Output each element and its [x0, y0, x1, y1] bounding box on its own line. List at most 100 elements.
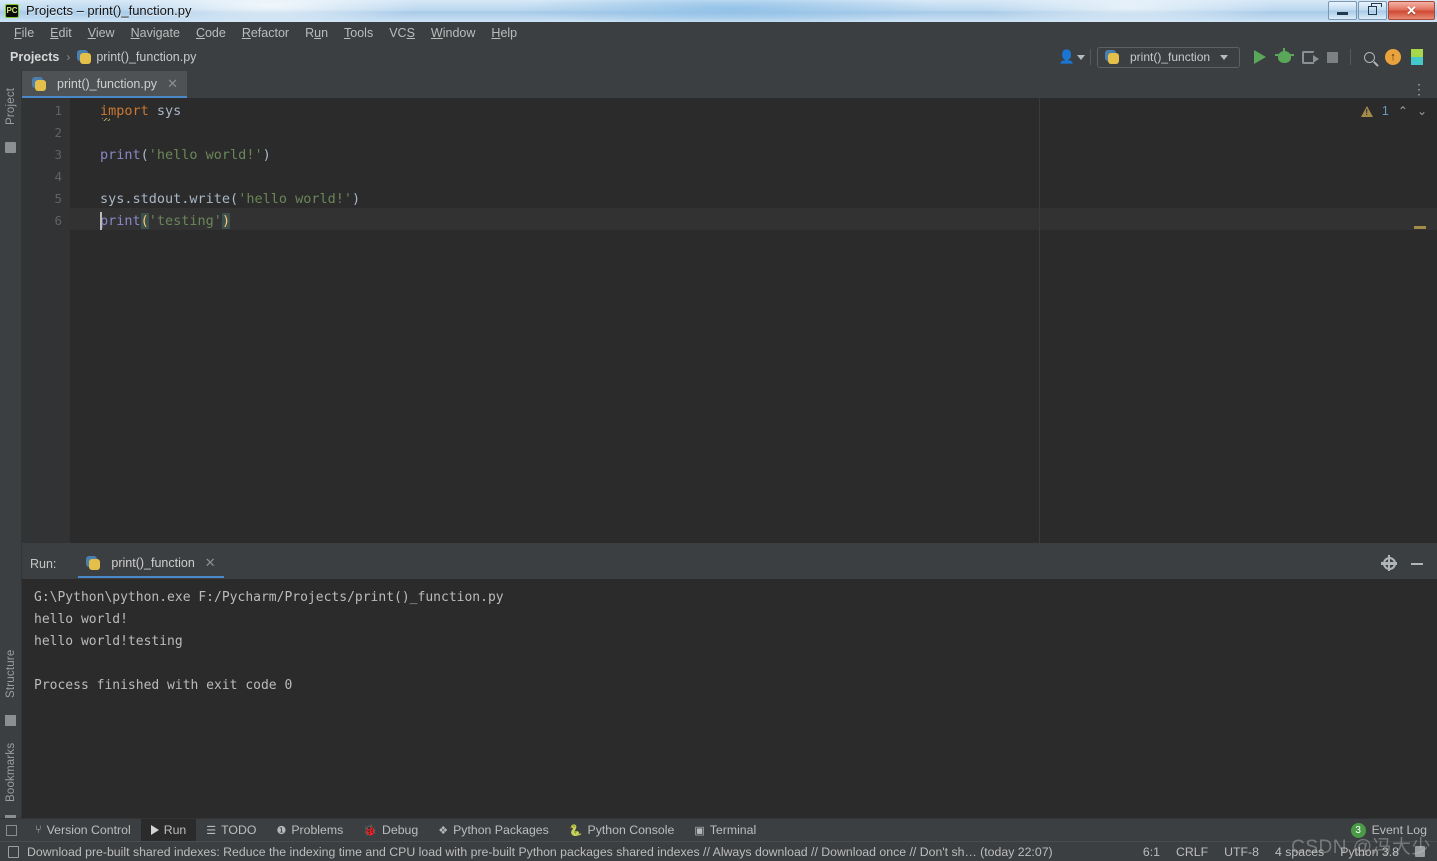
menu-refactor[interactable]: Refactor	[234, 23, 297, 43]
python-interpreter[interactable]: Python 3.8	[1340, 845, 1399, 859]
problems-icon: ❶	[276, 824, 287, 837]
status-notification[interactable]: Download pre-built shared indexes: Reduc…	[27, 845, 1053, 859]
tool-windows-icon[interactable]	[6, 824, 17, 836]
code-token-ident: sys.stdout.write	[100, 191, 231, 207]
menu-tools-rest: ools	[350, 26, 374, 40]
python-file-icon	[77, 50, 92, 64]
tool-tab-run[interactable]: Run	[140, 818, 197, 842]
close-icon[interactable]: ✕	[205, 555, 216, 571]
menu-tools[interactable]: Tools	[336, 23, 381, 43]
warning-icon	[1360, 105, 1373, 117]
tool-tab-version-control[interactable]: ⑂ Version Control	[25, 819, 141, 842]
user-icon[interactable]: 👤	[1058, 46, 1086, 68]
menu-code-rest: ode	[204, 26, 226, 40]
minimize-button[interactable]	[1328, 1, 1357, 20]
tool-tab-debug[interactable]: 🐞 Debug	[353, 819, 428, 842]
menu-window[interactable]: Window	[423, 23, 483, 43]
sidebar-item-bookmarks[interactable]: Bookmarks	[0, 735, 22, 809]
run-panel-label: Run:	[30, 556, 57, 571]
line-separator[interactable]: CRLF	[1176, 845, 1208, 859]
sidebar-item-structure[interactable]: Structure	[0, 640, 22, 708]
structure-icon	[5, 715, 16, 726]
close-button[interactable]: ✕	[1388, 1, 1435, 20]
run-console-output[interactable]: G:\Python\python.exe F:/Pycharm/Projects…	[22, 579, 1437, 818]
code-token-punct: (	[230, 191, 239, 207]
console-line: hello world!testing	[34, 634, 183, 649]
caret-position[interactable]: 6:1	[1143, 845, 1160, 859]
tool-tab-label: Run	[163, 823, 187, 837]
minimize-icon	[1337, 12, 1348, 15]
menu-edit[interactable]: Edit	[42, 23, 80, 43]
editor-options-kebab-icon[interactable]: ⋮	[1412, 81, 1437, 98]
editor-gutter: 1 2 3 4 5 6	[22, 98, 70, 548]
run-session-tab[interactable]: print()_function ✕	[78, 549, 224, 578]
tool-tab-label: Python Packages	[453, 823, 549, 837]
titlebar-glow	[980, 0, 1280, 22]
event-log-area[interactable]: 3 Event Log	[1350, 822, 1437, 838]
indent-setting[interactable]: 4 spaces	[1275, 845, 1324, 859]
tool-tab-todo[interactable]: ☰ TODO	[196, 819, 266, 842]
search-icon	[1363, 51, 1375, 63]
hide-run-panel-button[interactable]	[1405, 553, 1429, 575]
file-encoding[interactable]: UTF-8	[1224, 845, 1259, 859]
debug-button[interactable]	[1272, 46, 1296, 68]
tool-tab-python-packages[interactable]: ❖ Python Packages	[428, 819, 559, 842]
menu-navigate-rest: avigate	[139, 26, 180, 40]
run-header-actions	[1377, 553, 1437, 575]
user-glyph: 👤	[1058, 49, 1076, 64]
menu-help[interactable]: Help	[483, 23, 525, 43]
tool-tab-label: Terminal	[709, 823, 757, 837]
menu-file[interactable]: File	[6, 23, 42, 43]
code-line-1: import sys	[100, 100, 181, 122]
tool-tab-problems[interactable]: ❶ Problems	[266, 819, 353, 842]
previous-problem-icon[interactable]: ⌃	[1398, 104, 1408, 118]
breadcrumb-file[interactable]: print()_function.py	[96, 50, 196, 64]
stop-button[interactable]	[1320, 46, 1344, 68]
sidebar-item-project[interactable]: Project	[0, 78, 22, 134]
code-token-punct: (	[140, 147, 149, 163]
coverage-button[interactable]	[1296, 46, 1320, 68]
code-line-5: sys.stdout.write('hello world!')	[100, 188, 360, 210]
console-line: G:\Python\python.exe F:/Pycharm/Projects…	[34, 590, 504, 605]
menu-code[interactable]: Code	[188, 23, 234, 43]
warning-marker[interactable]	[1414, 226, 1426, 229]
menu-navigate[interactable]: Navigate	[123, 23, 188, 43]
run-anything-button[interactable]	[1405, 46, 1429, 68]
menu-refactor-rest: efactor	[250, 26, 290, 40]
menu-vcs[interactable]: VCS	[381, 23, 423, 43]
code-editor[interactable]: 1 2 3 4 5 6 import sys print('hello worl…	[22, 98, 1437, 548]
text-caret	[100, 212, 102, 230]
code-text-area[interactable]: import sys print('hello world!') sys.std…	[70, 98, 1437, 548]
branch-icon: ⑂	[35, 824, 42, 836]
run-settings-button[interactable]	[1377, 553, 1401, 575]
tool-tab-python-console[interactable]: 🐍 Python Console	[559, 819, 685, 842]
run-button[interactable]	[1248, 46, 1272, 68]
restore-button[interactable]	[1358, 1, 1387, 20]
search-everywhere-button[interactable]	[1357, 46, 1381, 68]
notification-icon[interactable]	[8, 845, 19, 858]
chevron-down-icon	[1220, 54, 1229, 60]
code-token-brace-hl: (	[140, 213, 149, 229]
coverage-icon	[1301, 50, 1319, 64]
left-tool-strip: Project Structure Bookmarks	[0, 70, 22, 826]
editor-tab[interactable]: print()_function.py ✕	[22, 71, 187, 98]
run-configuration-selector[interactable]: print()_function	[1097, 46, 1240, 68]
python-config-icon	[1105, 50, 1119, 64]
update-project-button[interactable]: ↑	[1381, 46, 1405, 68]
menu-edit-rest: dit	[58, 26, 72, 40]
breadcrumb-projects[interactable]: Projects	[10, 50, 59, 64]
lock-icon[interactable]	[1415, 846, 1425, 857]
close-icon[interactable]: ✕	[167, 76, 178, 92]
debug-icon: 🐞	[363, 824, 377, 837]
update-icon: ↑	[1385, 49, 1401, 65]
menu-run[interactable]: Run	[297, 23, 336, 43]
tool-tab-terminal[interactable]: ▣ Terminal	[684, 819, 766, 842]
menu-run-rest: n	[321, 26, 329, 40]
inspection-widget[interactable]: 1 ⌃ ⌄	[1360, 104, 1427, 118]
line-number: 4	[54, 169, 62, 184]
event-log-label: Event Log	[1371, 823, 1427, 837]
menu-view[interactable]: View	[80, 23, 123, 43]
run-tool-window: Run: print()_function ✕ G:\Python\python…	[22, 548, 1437, 818]
menu-window-rest: indow	[442, 26, 476, 40]
next-problem-icon[interactable]: ⌄	[1417, 104, 1427, 118]
